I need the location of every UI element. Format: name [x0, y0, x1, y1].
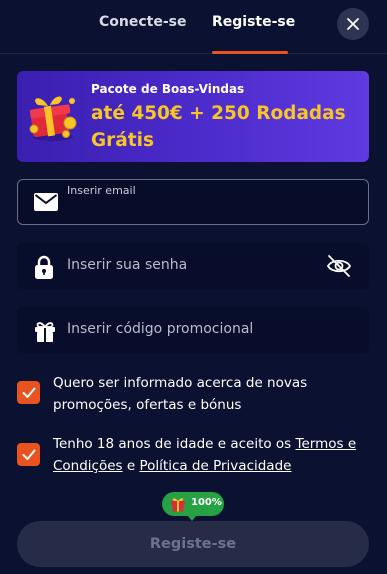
tab-register[interactable]: Registe-se — [212, 14, 295, 30]
checkmark-icon — [22, 449, 35, 460]
age-terms-consent-text: Tenho 18 anos de idade e aceito os Termo… — [53, 433, 373, 477]
age-consent-prefix: Tenho 18 anos de idade e aceito os — [53, 436, 296, 452]
email-field[interactable]: Inserir email — [17, 179, 369, 225]
banner-offer: até 450€ + 250 Rodadas Grátis — [91, 103, 346, 151]
age-terms-checkbox[interactable] — [17, 443, 40, 466]
banner-title: Pacote de Boas-Vindas — [91, 82, 245, 96]
marketing-consent-text: Quero ser informado acerca de novas prom… — [53, 375, 308, 413]
close-button[interactable] — [337, 8, 369, 40]
active-tab-indicator — [212, 51, 288, 54]
privacy-link[interactable]: Política de Privacidade — [139, 458, 291, 474]
envelope-icon — [34, 193, 58, 211]
tab-login[interactable]: Conecte-se — [99, 14, 186, 30]
register-submit-button[interactable]: Registe-se — [17, 521, 369, 567]
lock-icon — [35, 255, 53, 279]
gift-icon — [35, 322, 55, 342]
password-field[interactable]: Inserir sua senha — [17, 243, 369, 289]
promo-placeholder: Inserir código promocional — [67, 321, 254, 337]
email-label: Inserir email — [67, 184, 136, 197]
registration-progress-badge: 100% — [162, 492, 224, 521]
password-placeholder: Inserir sua senha — [67, 257, 188, 273]
eye-off-icon[interactable] — [326, 254, 352, 278]
checkmark-icon — [22, 387, 35, 398]
gift-icon — [171, 498, 185, 512]
gift-box-icon — [29, 96, 77, 141]
close-icon — [347, 18, 359, 30]
welcome-banner: Pacote de Boas-Vindas até 450€ + 250 Rod… — [17, 71, 369, 162]
promo-code-field[interactable]: Inserir código promocional — [17, 307, 369, 353]
auth-tabs: Conecte-se Registe-se — [0, 0, 387, 54]
progress-value: 100% — [191, 497, 222, 508]
consent-conjunction: e — [122, 458, 140, 474]
marketing-checkbox[interactable] — [17, 381, 40, 404]
